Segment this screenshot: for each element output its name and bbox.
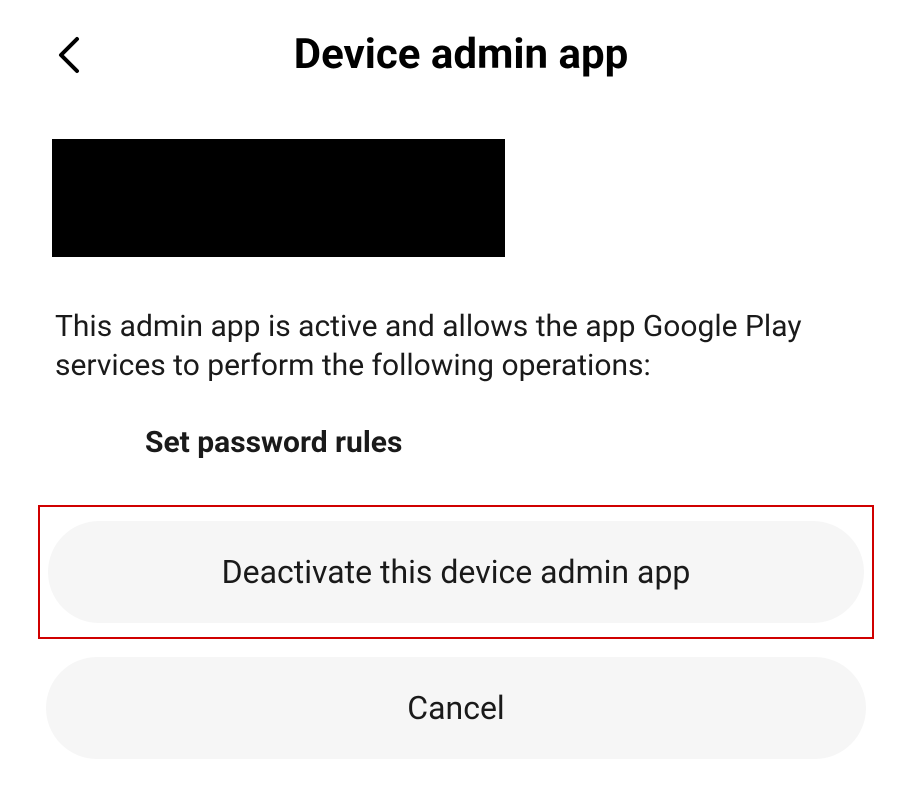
button-container: Deactivate this device admin app Cancel (0, 505, 912, 759)
deactivate-button[interactable]: Deactivate this device admin app (48, 521, 864, 623)
highlight-box: Deactivate this device admin app (38, 505, 874, 639)
admin-description: This admin app is active and allows the … (55, 307, 857, 385)
back-icon[interactable] (55, 35, 83, 79)
page-title: Device admin app (50, 30, 872, 79)
operation-item: Set password rules (145, 425, 912, 460)
header: Device admin app (0, 0, 912, 99)
redacted-app-info (52, 139, 505, 257)
cancel-button[interactable]: Cancel (46, 657, 866, 759)
cancel-wrapper: Cancel (38, 657, 874, 759)
